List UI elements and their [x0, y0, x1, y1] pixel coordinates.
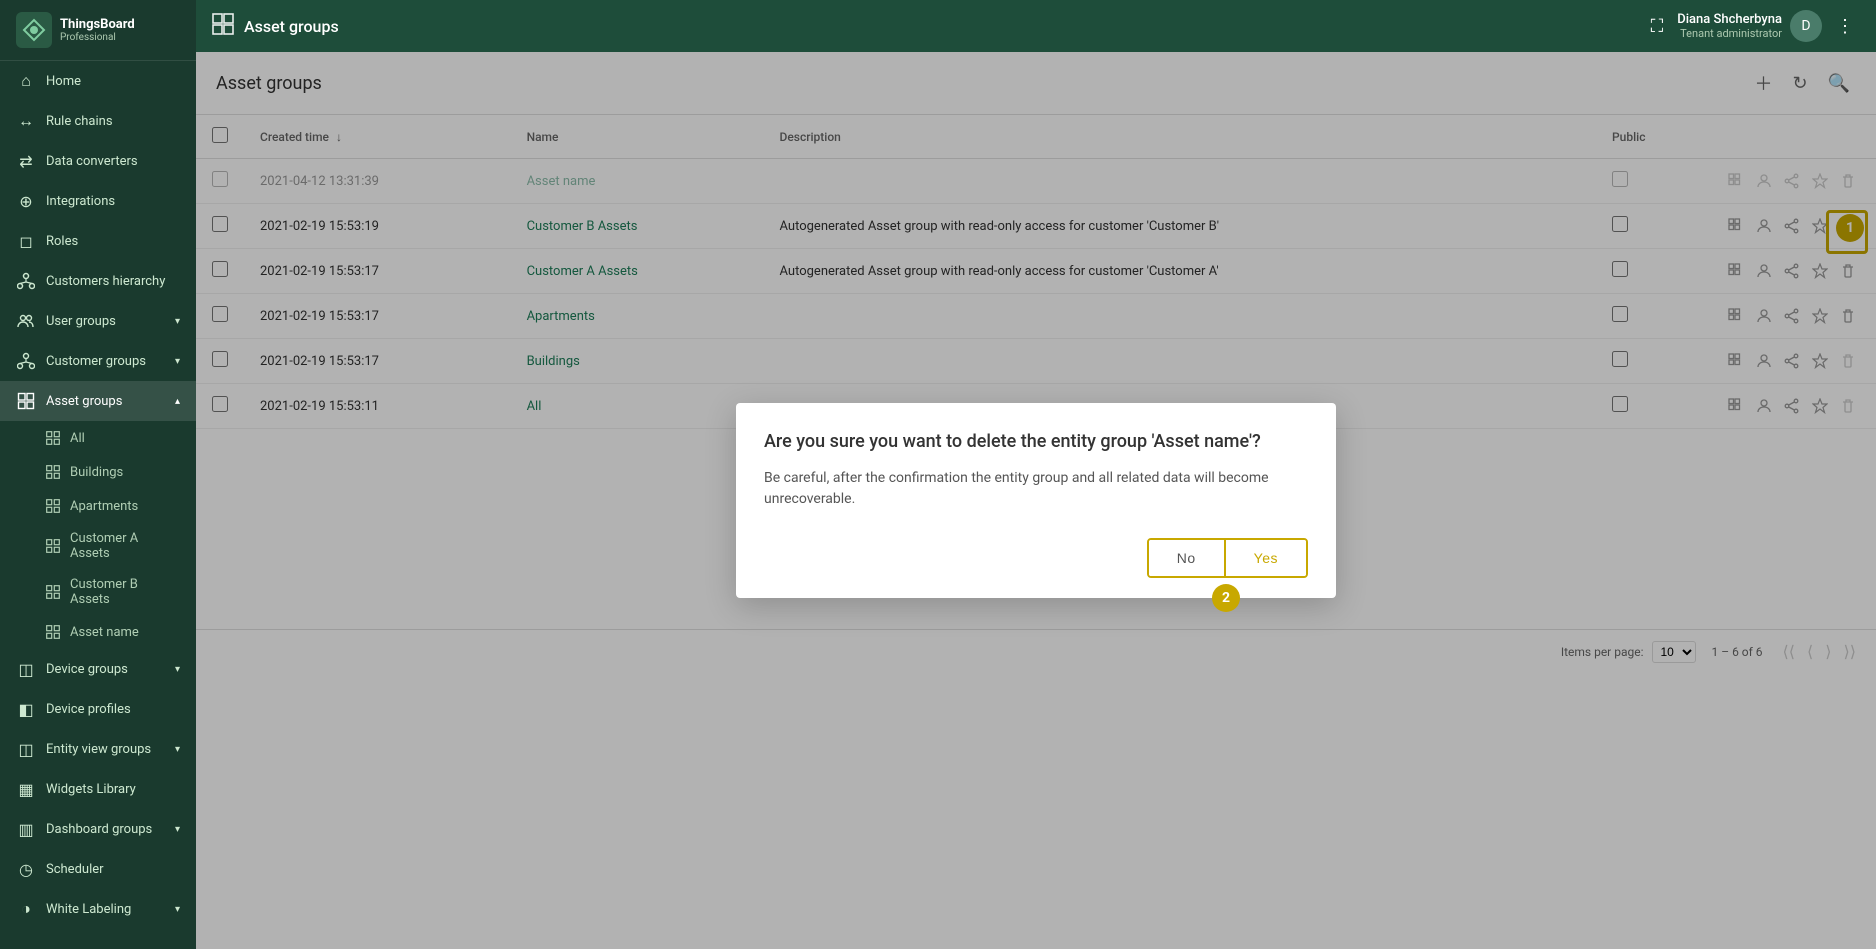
device-profiles-icon: ◧ — [16, 699, 36, 719]
user-info[interactable]: Diana Shcherbyna Tenant administrator D — [1677, 10, 1822, 42]
integrations-icon: ⊕ — [16, 191, 36, 211]
asset-groups-icon — [16, 391, 36, 411]
chevron-up-icon: ▴ — [175, 396, 180, 407]
customers-hierarchy-icon — [16, 271, 36, 291]
chevron-down-icon: ▾ — [175, 356, 180, 367]
app-name: ThingsBoard — [60, 17, 135, 33]
sidebar-sub-item-asset-name[interactable]: Asset name — [0, 615, 196, 649]
sidebar-item-integrations[interactable]: ⊕ Integrations — [0, 181, 196, 221]
device-groups-icon: ◫ — [16, 659, 36, 679]
chevron-down-icon: ▾ — [175, 824, 180, 835]
sidebar-sub-item-all[interactable]: All — [0, 421, 196, 455]
topbar-title: Asset groups — [244, 17, 1645, 36]
sidebar-item-device-groups[interactable]: ◫ Device groups ▾ — [0, 649, 196, 689]
delete-confirmation-dialog: Are you sure you want to delete the enti… — [736, 403, 1336, 598]
more-options-button[interactable]: ⋮ — [1830, 10, 1860, 43]
sidebar-item-label: Roles — [46, 234, 180, 249]
dialog-overlay: Are you sure you want to delete the enti… — [196, 52, 1876, 949]
sidebar-item-label: User groups — [46, 314, 171, 329]
sidebar-item-entity-view-groups[interactable]: ◫ Entity view groups ▾ — [0, 729, 196, 769]
sidebar-item-label: Dashboard groups — [46, 822, 171, 837]
sub-item-label: Apartments — [70, 499, 138, 514]
dialog-actions: No Yes — [1147, 538, 1308, 578]
user-role: Tenant administrator — [1677, 27, 1782, 40]
sidebar-item-label: Rule chains — [46, 114, 180, 129]
sidebar-item-label: Device groups — [46, 662, 171, 677]
topbar-icon — [212, 13, 234, 40]
sidebar-item-label: Entity view groups — [46, 742, 171, 757]
sidebar-item-label: Widgets Library — [46, 782, 180, 797]
sidebar-item-home[interactable]: ⌂ Home — [0, 61, 196, 101]
main-content: Asset groups ⛶ Diana Shcherbyna Tenant a… — [196, 0, 1876, 949]
dashboard-groups-icon: ▥ — [16, 819, 36, 839]
widgets-library-icon: ▦ — [16, 779, 36, 799]
step-badge-2: 2 — [1212, 584, 1240, 612]
user-groups-icon — [16, 311, 36, 331]
fullscreen-button[interactable]: ⛶ — [1645, 10, 1670, 43]
sidebar-item-label: Home — [46, 74, 180, 89]
dialog-body: Be careful, after the confirmation the e… — [764, 468, 1308, 510]
avatar: D — [1790, 10, 1822, 42]
sub-item-label: Customer B Assets — [70, 577, 180, 607]
sidebar-item-data-converters[interactable]: ⇄ Data converters — [0, 141, 196, 181]
dialog-title: Are you sure you want to delete the enti… — [764, 431, 1308, 452]
sub-buildings-icon — [44, 463, 62, 481]
chevron-down-icon: ▾ — [175, 664, 180, 675]
sub-item-label: Customer A Assets — [70, 531, 180, 561]
chevron-down-icon: ▾ — [175, 316, 180, 327]
yes-button[interactable]: Yes — [1224, 540, 1306, 576]
sub-item-label: Buildings — [70, 465, 123, 480]
chevron-down-icon: ▾ — [175, 904, 180, 915]
sidebar-item-label: Customers hierarchy — [46, 274, 180, 289]
sidebar-item-label: Integrations — [46, 194, 180, 209]
sidebar-item-widgets-library[interactable]: ▦ Widgets Library — [0, 769, 196, 809]
sidebar-item-asset-groups[interactable]: Asset groups ▴ — [0, 381, 196, 421]
logo[interactable]: ThingsBoard Professional — [0, 0, 196, 61]
sidebar-item-roles[interactable]: ◻ Roles — [0, 221, 196, 261]
sidebar: ThingsBoard Professional ⌂ Home ↔ Rule c… — [0, 0, 196, 949]
sidebar-item-label: White Labeling — [46, 902, 171, 917]
sidebar-item-rule-chains[interactable]: ↔ Rule chains — [0, 101, 196, 141]
user-name: Diana Shcherbyna — [1677, 12, 1782, 27]
data-converters-icon: ⇄ — [16, 151, 36, 171]
home-icon: ⌂ — [16, 71, 36, 91]
sidebar-item-white-labeling[interactable]: ◑ White Labeling ▾ — [0, 889, 196, 929]
sidebar-item-scheduler[interactable]: ◷ Scheduler — [0, 849, 196, 889]
entity-view-groups-icon: ◫ — [16, 739, 36, 759]
logo-icon — [16, 12, 52, 48]
sidebar-item-label: Customer groups — [46, 354, 171, 369]
sidebar-item-label: Device profiles — [46, 702, 180, 717]
sidebar-item-customers-hierarchy[interactable]: Customers hierarchy — [0, 261, 196, 301]
sub-item-label: All — [70, 431, 85, 446]
sidebar-item-customer-groups[interactable]: Customer groups ▾ — [0, 341, 196, 381]
sub-custB-icon — [44, 583, 62, 601]
content-area: Asset groups ＋ ↻ 🔍 Created time — [196, 52, 1876, 949]
rule-chains-icon: ↔ — [16, 111, 36, 131]
sidebar-item-user-groups[interactable]: User groups ▾ — [0, 301, 196, 341]
topbar-actions: ⛶ Diana Shcherbyna Tenant administrator … — [1645, 10, 1860, 43]
topbar: Asset groups ⛶ Diana Shcherbyna Tenant a… — [196, 0, 1876, 52]
sidebar-item-dashboard-groups[interactable]: ▥ Dashboard groups ▾ — [0, 809, 196, 849]
sub-asset-name-icon — [44, 623, 62, 641]
sidebar-item-device-profiles[interactable]: ◧ Device profiles — [0, 689, 196, 729]
sub-custA-icon — [44, 537, 62, 555]
customer-groups-icon — [16, 351, 36, 371]
sidebar-sub-item-apartments[interactable]: Apartments — [0, 489, 196, 523]
sidebar-item-label: Scheduler — [46, 862, 180, 877]
sidebar-sub-item-customer-a-assets[interactable]: Customer A Assets — [0, 523, 196, 569]
sub-apartments-icon — [44, 497, 62, 515]
no-button[interactable]: No — [1149, 540, 1224, 576]
sub-item-label: Asset name — [70, 625, 139, 640]
roles-icon: ◻ — [16, 231, 36, 251]
sub-all-icon — [44, 429, 62, 447]
sidebar-sub-item-buildings[interactable]: Buildings — [0, 455, 196, 489]
sidebar-item-label: Data converters — [46, 154, 180, 169]
chevron-down-icon: ▾ — [175, 744, 180, 755]
white-labeling-icon: ◑ — [16, 899, 36, 919]
scheduler-icon: ◷ — [16, 859, 36, 879]
app-subtitle: Professional — [60, 32, 135, 43]
sidebar-sub-item-customer-b-assets[interactable]: Customer B Assets — [0, 569, 196, 615]
sidebar-item-label: Asset groups — [46, 394, 171, 409]
